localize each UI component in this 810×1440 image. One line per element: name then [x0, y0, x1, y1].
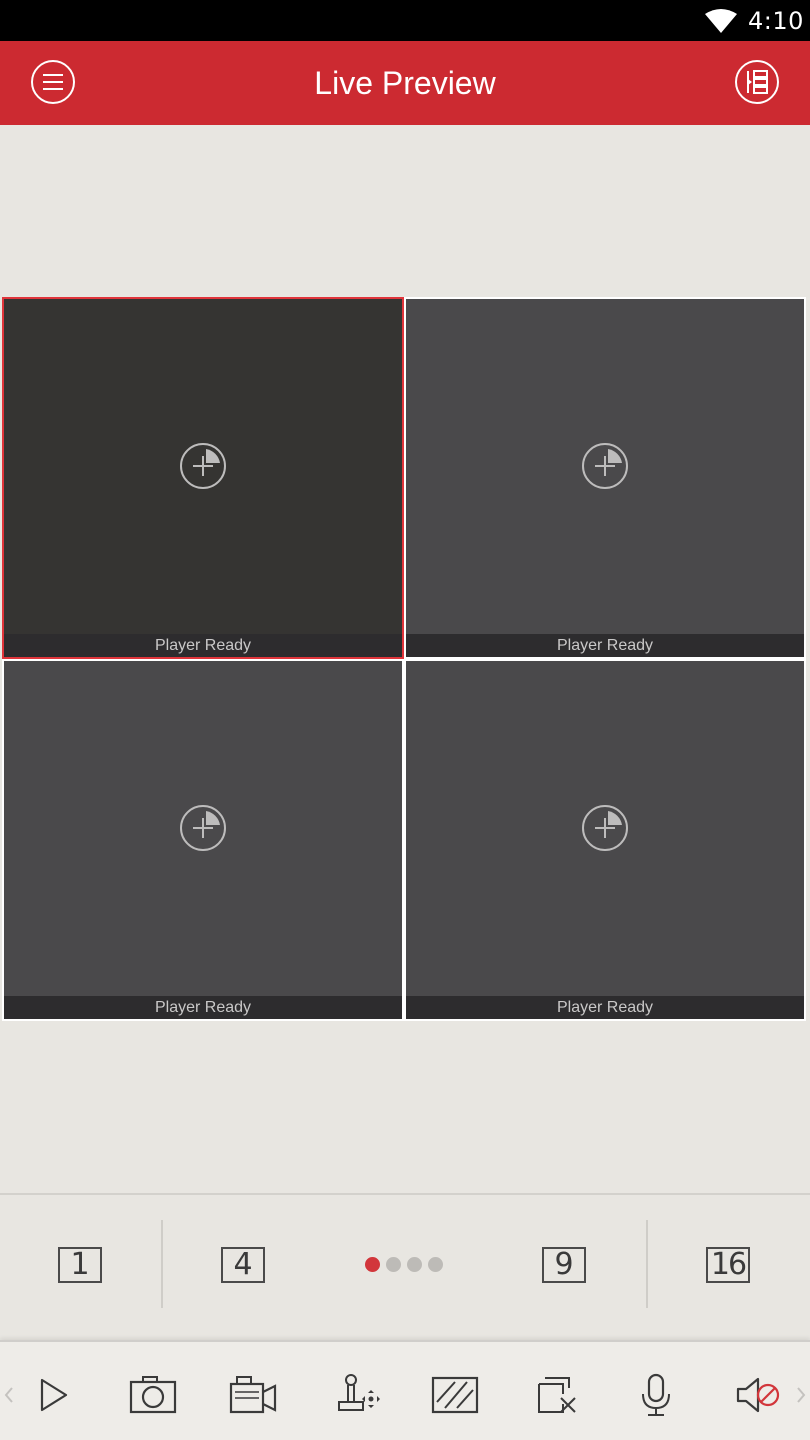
page-title: Live Preview	[314, 65, 496, 101]
play-icon[interactable]	[28, 1372, 80, 1418]
app-bar: Live Preview	[0, 41, 810, 125]
split-16-button[interactable]: 16	[706, 1247, 750, 1283]
page-indicator	[365, 1257, 455, 1273]
preview-window-2[interactable]: Player Ready	[404, 297, 806, 659]
tile-status: Player Ready	[406, 634, 804, 657]
wifi-icon	[705, 9, 737, 33]
audio-mute-icon[interactable]	[734, 1372, 786, 1418]
preview-grid: Player Ready Player Ready Player Ready P…	[2, 297, 806, 1021]
tile-status: Player Ready	[4, 996, 402, 1019]
close-all-icon[interactable]	[531, 1372, 583, 1418]
add-camera-icon[interactable]	[179, 442, 227, 490]
split-4-button[interactable]: 4	[221, 1247, 265, 1283]
tile-status: Player Ready	[406, 996, 804, 1019]
ptz-icon[interactable]	[333, 1372, 385, 1418]
status-bar: 4:10	[0, 0, 810, 41]
page-dot	[365, 1257, 380, 1272]
scroll-left-icon[interactable]	[3, 1384, 15, 1406]
split-1-button[interactable]: 1	[58, 1247, 102, 1283]
microphone-icon[interactable]	[630, 1372, 682, 1418]
add-camera-icon[interactable]	[179, 804, 227, 852]
snapshot-icon[interactable]	[127, 1372, 179, 1418]
tile-status: Player Ready	[4, 634, 402, 657]
status-time: 4:10	[748, 7, 804, 35]
split-mode-bar: 1 4 9 16	[0, 1193, 810, 1335]
preview-window-4[interactable]: Player Ready	[404, 659, 806, 1021]
record-icon[interactable]	[227, 1372, 279, 1418]
control-toolbar	[0, 1340, 810, 1440]
scroll-right-icon[interactable]	[795, 1384, 807, 1406]
divider	[646, 1220, 648, 1308]
preview-window-1[interactable]: Player Ready	[2, 297, 404, 659]
page-dot	[428, 1257, 443, 1272]
page-dot	[386, 1257, 401, 1272]
add-camera-icon[interactable]	[581, 442, 629, 490]
divider	[161, 1220, 163, 1308]
quality-icon[interactable]	[429, 1372, 481, 1418]
add-camera-icon[interactable]	[581, 804, 629, 852]
split-9-button[interactable]: 9	[542, 1247, 586, 1283]
page-dot	[407, 1257, 422, 1272]
preview-window-3[interactable]: Player Ready	[2, 659, 404, 1021]
device-list-icon[interactable]	[734, 59, 780, 105]
